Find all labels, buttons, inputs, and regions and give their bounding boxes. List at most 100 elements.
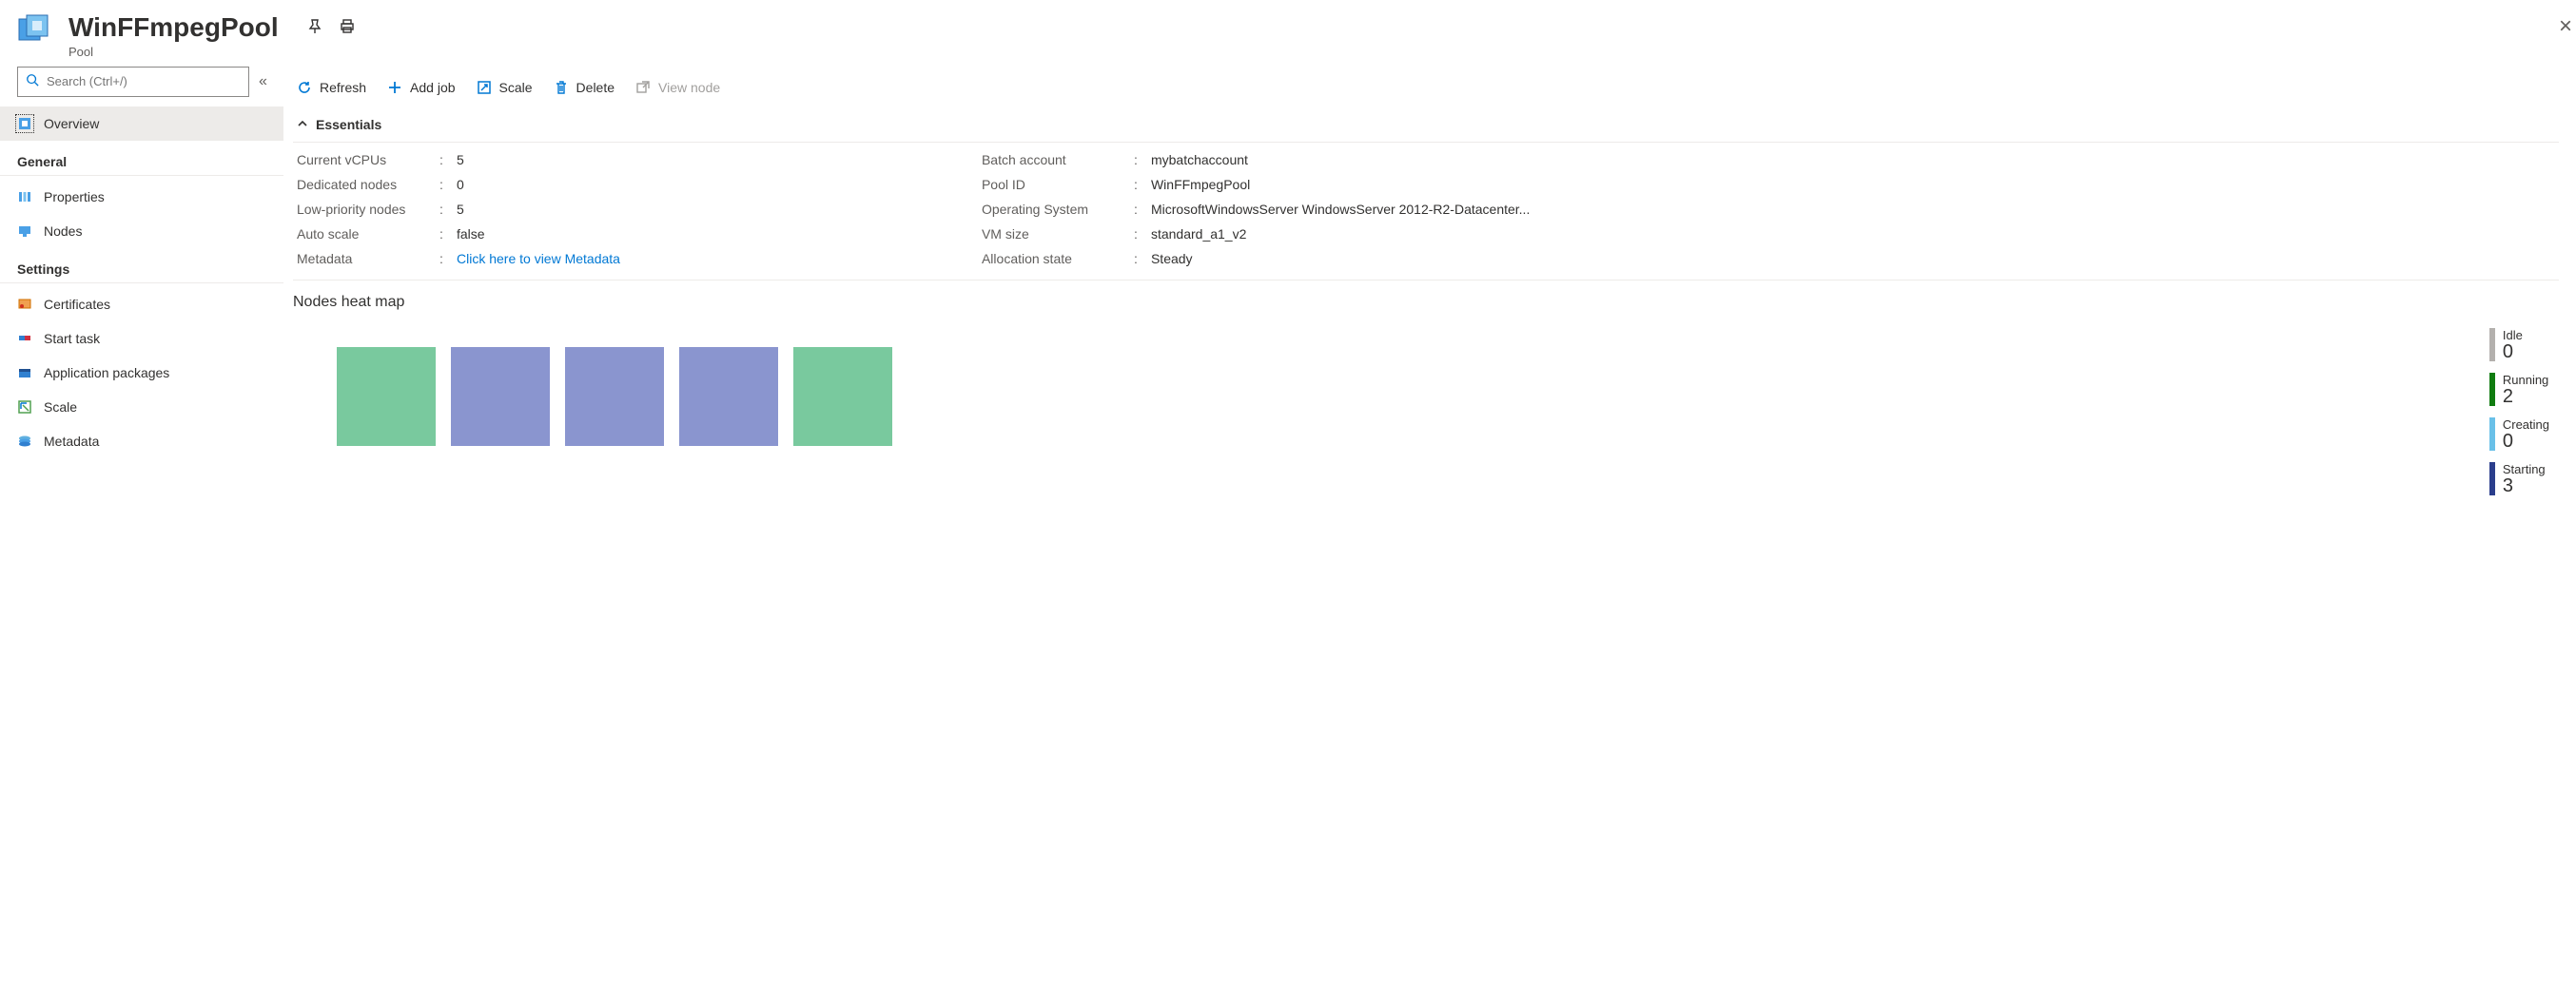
heatmap-node-starting[interactable] bbox=[565, 347, 664, 446]
sidebar-item-label: Scale bbox=[44, 399, 77, 415]
ess-value-dedicated: 0 bbox=[457, 177, 464, 192]
delete-button[interactable]: Delete bbox=[554, 80, 615, 95]
sidebar-item-label: Start task bbox=[44, 331, 100, 346]
legend-count: 3 bbox=[2503, 476, 2546, 495]
refresh-button[interactable]: Refresh bbox=[297, 80, 366, 95]
ess-label-os: Operating System bbox=[982, 202, 1134, 217]
legend-running: Running 2 bbox=[2489, 373, 2549, 406]
ess-value-os: MicrosoftWindowsServer WindowsServer 201… bbox=[1151, 202, 1530, 217]
close-icon[interactable]: × bbox=[2559, 13, 2572, 40]
ess-value-autoscale: false bbox=[457, 226, 485, 242]
heatmap-node-running[interactable] bbox=[337, 347, 436, 446]
plus-icon bbox=[387, 80, 402, 95]
essentials-toggle[interactable]: Essentials bbox=[293, 108, 2559, 143]
scale-button[interactable]: Scale bbox=[477, 80, 533, 95]
ess-label-autoscale: Auto scale bbox=[297, 226, 439, 242]
toolbar-label: Refresh bbox=[320, 80, 366, 95]
page-header: WinFFmpegPool Pool × bbox=[0, 0, 2576, 67]
ess-label-allocation: Allocation state bbox=[982, 251, 1134, 266]
toolbar-label: Delete bbox=[576, 80, 615, 95]
ess-value-lowpriority: 5 bbox=[457, 202, 464, 217]
ess-value-allocation: Steady bbox=[1151, 251, 1193, 266]
sidebar-item-label: Overview bbox=[44, 116, 99, 131]
scale-icon bbox=[17, 399, 32, 415]
heatmap-title: Nodes heat map bbox=[293, 281, 2559, 319]
ess-label-metadata: Metadata bbox=[297, 251, 439, 266]
heatmap-node-running[interactable] bbox=[793, 347, 892, 446]
search-icon bbox=[26, 73, 39, 89]
overview-icon bbox=[17, 116, 32, 131]
essentials-panel: Current vCPUs : 5 Dedicated nodes : 0 Lo… bbox=[293, 143, 2559, 281]
legend-count: 2 bbox=[2503, 387, 2548, 406]
nodes-icon bbox=[17, 223, 32, 239]
heatmap-node-starting[interactable] bbox=[679, 347, 778, 446]
trash-icon bbox=[554, 80, 569, 95]
essentials-title: Essentials bbox=[316, 117, 381, 132]
main-content: Refresh Add job Scale bbox=[283, 67, 2576, 514]
ess-label-pool-id: Pool ID bbox=[982, 177, 1134, 192]
toolbar-label: Scale bbox=[499, 80, 533, 95]
heatmap-node-starting[interactable] bbox=[451, 347, 550, 446]
sidebar-item-metadata[interactable]: Metadata bbox=[0, 424, 283, 458]
ess-label-batch-account: Batch account bbox=[982, 152, 1134, 167]
sidebar-item-label: Application packages bbox=[44, 365, 169, 380]
scale-toolbar-icon bbox=[477, 80, 492, 95]
pool-resource-icon bbox=[17, 13, 55, 51]
legend-color-idle bbox=[2489, 328, 2495, 361]
sidebar-item-properties[interactable]: Properties bbox=[0, 180, 283, 214]
legend-starting: Starting 3 bbox=[2489, 462, 2549, 495]
legend-label: Starting bbox=[2503, 462, 2546, 476]
metadata-link[interactable]: Click here to view Metadata bbox=[457, 251, 620, 266]
legend-label: Idle bbox=[2503, 328, 2523, 342]
legend-color-creating bbox=[2489, 417, 2495, 451]
legend-idle: Idle 0 bbox=[2489, 328, 2549, 361]
page-title: WinFFmpegPool bbox=[68, 13, 279, 43]
sidebar-section-general: General bbox=[0, 141, 283, 176]
legend-creating: Creating 0 bbox=[2489, 417, 2549, 451]
sidebar-item-start-task[interactable]: Start task bbox=[0, 321, 283, 356]
ess-value-vcpus: 5 bbox=[457, 152, 464, 167]
print-icon[interactable] bbox=[340, 19, 355, 39]
legend-count: 0 bbox=[2503, 342, 2523, 361]
legend-color-running bbox=[2489, 373, 2495, 406]
sidebar-item-label: Certificates bbox=[44, 297, 110, 312]
collapse-sidebar-icon[interactable]: « bbox=[259, 73, 267, 90]
search-input-container[interactable] bbox=[17, 67, 249, 97]
search-input[interactable] bbox=[47, 74, 241, 88]
sidebar-section-settings: Settings bbox=[0, 248, 283, 283]
sidebar-item-overview[interactable]: Overview bbox=[0, 106, 283, 141]
certificates-icon bbox=[17, 297, 32, 312]
sidebar: « Overview General Properties Nodes bbox=[0, 67, 283, 514]
view-node-button: View node bbox=[635, 80, 720, 95]
pin-icon[interactable] bbox=[307, 19, 322, 39]
toolbar-label: Add job bbox=[410, 80, 455, 95]
sidebar-item-scale[interactable]: Scale bbox=[0, 390, 283, 424]
command-bar: Refresh Add job Scale bbox=[293, 67, 2559, 108]
start-task-icon bbox=[17, 331, 32, 346]
legend-count: 0 bbox=[2503, 432, 2549, 451]
legend-label: Running bbox=[2503, 373, 2548, 387]
sidebar-item-label: Properties bbox=[44, 189, 105, 204]
ess-label-lowpriority: Low-priority nodes bbox=[297, 202, 439, 217]
ess-label-vcpus: Current vCPUs bbox=[297, 152, 439, 167]
sidebar-item-nodes[interactable]: Nodes bbox=[0, 214, 283, 248]
page-subtitle: Pool bbox=[68, 45, 279, 59]
sidebar-item-application-packages[interactable]: Application packages bbox=[0, 356, 283, 390]
ess-value-pool-id: WinFFmpegPool bbox=[1151, 177, 1250, 192]
toolbar-label: View node bbox=[658, 80, 720, 95]
heatmap-legend: Idle 0 Running 2 Creat bbox=[2489, 319, 2549, 495]
ess-label-vmsize: VM size bbox=[982, 226, 1134, 242]
add-job-button[interactable]: Add job bbox=[387, 80, 455, 95]
sidebar-item-certificates[interactable]: Certificates bbox=[0, 287, 283, 321]
refresh-icon bbox=[297, 80, 312, 95]
open-external-icon bbox=[635, 80, 651, 95]
metadata-icon bbox=[17, 434, 32, 449]
sidebar-item-label: Nodes bbox=[44, 223, 82, 239]
application-packages-icon bbox=[17, 365, 32, 380]
heatmap-nodes bbox=[293, 319, 892, 446]
ess-label-dedicated: Dedicated nodes bbox=[297, 177, 439, 192]
chevron-up-icon bbox=[297, 118, 308, 132]
legend-color-starting bbox=[2489, 462, 2495, 495]
ess-value-batch-account: mybatchaccount bbox=[1151, 152, 1248, 167]
sidebar-item-label: Metadata bbox=[44, 434, 99, 449]
